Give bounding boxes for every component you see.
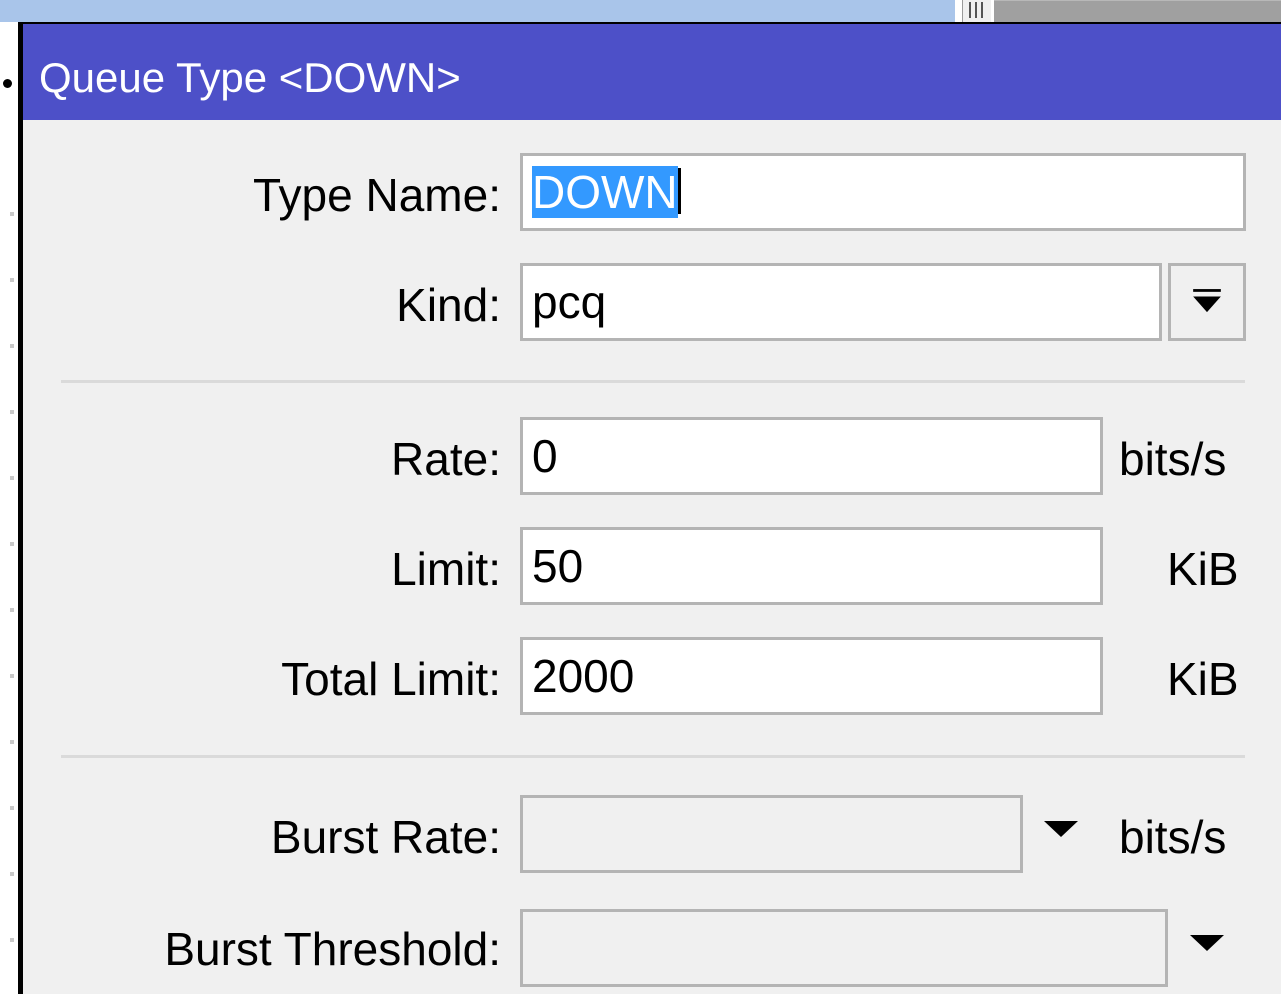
limit-unit: KiB: [1167, 543, 1239, 595]
rate-unit: bits/s: [1119, 433, 1227, 485]
rate-value: 0: [532, 430, 558, 482]
limit-label: Limit:: [391, 543, 501, 595]
burst-threshold-label-wrap: Burst Threshold:: [23, 923, 501, 983]
kind-label-wrap: Kind:: [23, 279, 501, 339]
bar-down-arrow-icon: [1193, 289, 1221, 313]
burst-rate-label-wrap: Burst Rate:: [23, 811, 501, 871]
kind-label: Kind:: [396, 279, 501, 331]
section-divider-1: [61, 380, 1245, 383]
type-name-label: Type Name:: [253, 169, 501, 221]
kind-select[interactable]: pcq: [520, 263, 1162, 341]
background-splitter-handle[interactable]: [962, 0, 991, 22]
burst-rate-unit: bits/s: [1119, 811, 1227, 863]
triangle-down-icon: [1190, 935, 1224, 951]
kind-value: pcq: [532, 276, 607, 328]
screen: Queue Type <DOWN> Type Name: DOWN Kind: …: [0, 0, 1281, 994]
kind-dropdown-button[interactable]: [1168, 263, 1246, 341]
background-panel: [994, 0, 1281, 23]
background-window-titlebar: [0, 0, 955, 22]
section-divider-2: [61, 755, 1245, 758]
total-limit-label: Total Limit:: [281, 653, 501, 705]
burst-threshold-label: Burst Threshold:: [164, 923, 501, 975]
dialog-title: Queue Type <DOWN>: [39, 54, 461, 101]
burst-threshold-dropdown-toggle[interactable]: [1185, 924, 1229, 964]
burst-rate-label: Burst Rate:: [270, 811, 501, 863]
rate-label-wrap: Rate:: [23, 433, 501, 493]
bullet-icon: [3, 79, 12, 88]
text-caret: [677, 168, 681, 214]
rate-label: Rate:: [391, 433, 501, 485]
burst-rate-dropdown-toggle[interactable]: [1039, 810, 1083, 850]
type-name-label-wrap: Type Name:: [23, 169, 501, 229]
triangle-down-icon: [1044, 821, 1078, 837]
background-list-edge: [10, 150, 14, 990]
total-limit-input[interactable]: 2000: [520, 637, 1103, 715]
type-name-value: DOWN: [532, 166, 678, 218]
rate-input[interactable]: 0: [520, 417, 1103, 495]
dialog-titlebar[interactable]: Queue Type <DOWN>: [23, 24, 1281, 120]
type-name-input[interactable]: DOWN: [520, 153, 1246, 231]
burst-threshold-input[interactable]: [520, 909, 1168, 987]
limit-label-wrap: Limit:: [23, 543, 501, 603]
total-limit-label-wrap: Total Limit:: [23, 653, 501, 713]
queue-type-dialog: Queue Type <DOWN> Type Name: DOWN Kind: …: [18, 22, 1281, 994]
total-limit-unit: KiB: [1167, 653, 1239, 705]
limit-value: 50: [532, 540, 584, 592]
total-limit-value: 2000: [532, 650, 635, 702]
burst-rate-input[interactable]: [520, 795, 1023, 873]
limit-input[interactable]: 50: [520, 527, 1103, 605]
